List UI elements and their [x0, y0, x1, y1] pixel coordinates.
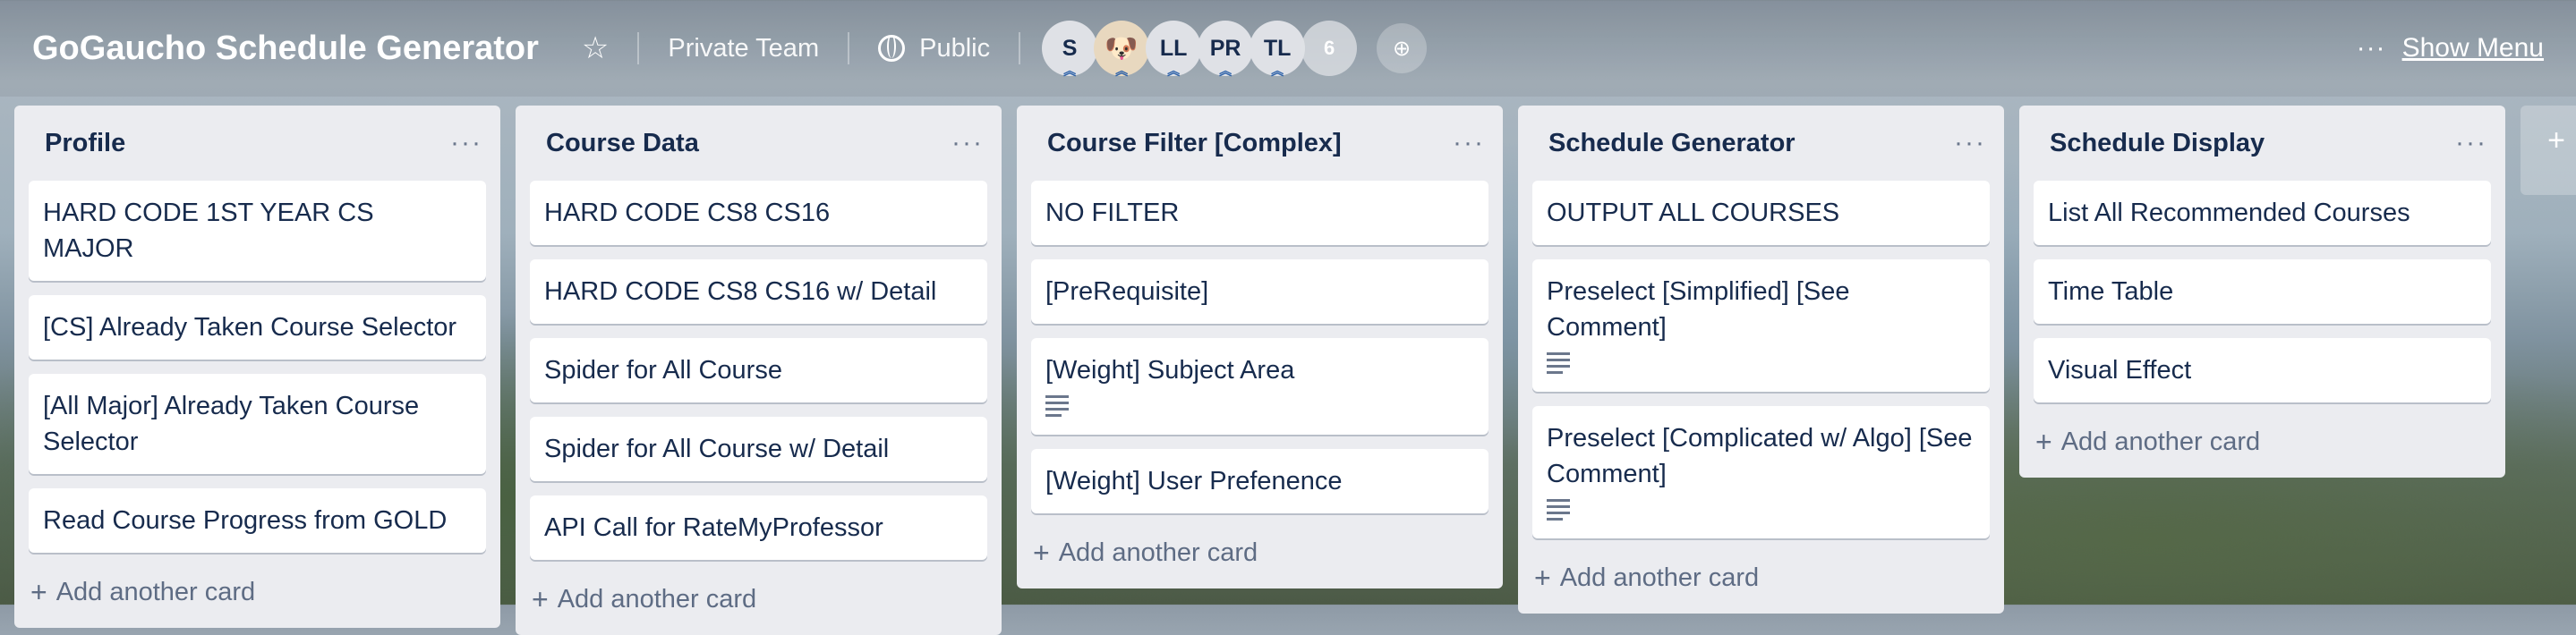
globe-icon [878, 35, 906, 62]
team-label: Private Team [668, 33, 820, 63]
add-card-button[interactable]: + Add another card [29, 567, 486, 617]
card[interactable]: HARD CODE CS8 CS16 w/ Detail [530, 259, 987, 324]
list-course-data: Course Data ··· HARD CODE CS8 CS16 HARD … [516, 106, 1002, 635]
list-header: Schedule Display ··· [2034, 106, 2491, 181]
add-card-button[interactable]: + Add another card [2034, 417, 2491, 467]
add-card-button[interactable]: + Add another card [530, 574, 987, 624]
plus-icon: + [1033, 536, 1050, 569]
card[interactable]: API Call for RateMyProfessor [530, 495, 987, 560]
description-icon [1547, 499, 1570, 521]
plus-icon: + [2547, 123, 2565, 157]
card[interactable]: [All Major] Already Taken Course Selecto… [29, 374, 486, 474]
card[interactable]: [Weight] User Prefenence [1031, 449, 1488, 513]
add-card-button[interactable]: + Add another card [1532, 553, 1990, 603]
list-header: Profile ··· [29, 106, 486, 181]
member-avatar[interactable]: LL ︽ [1146, 21, 1202, 78]
list-schedule-generator: Schedule Generator ··· OUTPUT ALL COURSE… [1518, 106, 2004, 614]
card[interactable]: Spider for All Course w/ Detail [530, 417, 987, 481]
description-icon [1547, 352, 1570, 374]
add-card-button[interactable]: + Add another card [1031, 528, 1488, 578]
card[interactable]: NO FILTER [1031, 181, 1488, 245]
list-header: Schedule Generator ··· [1532, 106, 1990, 181]
more-icon: ··· [2356, 33, 2386, 63]
list-profile: Profile ··· HARD CODE 1ST YEAR CS MAJOR … [14, 106, 500, 628]
list-course-filter: Course Filter [Complex] ··· NO FILTER [P… [1017, 106, 1503, 588]
dog-avatar[interactable]: 🐶 ︽ [1094, 21, 1150, 78]
list-menu-icon[interactable]: ··· [1453, 128, 1485, 158]
plus-icon: + [30, 575, 47, 608]
chevron-badge-icon: ︽ [1115, 64, 1129, 78]
board-title[interactable]: GoGaucho Schedule Generator [32, 30, 539, 68]
card[interactable]: OUTPUT ALL COURSES [1532, 181, 1990, 245]
card[interactable]: HARD CODE CS8 CS16 [530, 181, 987, 245]
list-title[interactable]: Course Data [546, 129, 699, 158]
show-menu-label: Show Menu [2401, 33, 2544, 63]
card[interactable]: Preselect [Simplified] [See Comment] [1532, 259, 1990, 392]
add-list-button[interactable]: + [2521, 106, 2576, 195]
more-members-count[interactable]: 6 [1301, 21, 1358, 76]
plus-icon: + [532, 582, 549, 615]
description-icon [1045, 395, 1069, 417]
list-header: Course Data ··· [530, 106, 987, 181]
plus-icon: + [2035, 425, 2052, 458]
list-schedule-display: Schedule Display ··· List All Recommende… [2019, 106, 2505, 478]
board-header: GoGaucho Schedule Generator ☆ Private Te… [0, 0, 2576, 97]
plus-icon: + [1534, 561, 1551, 594]
list-menu-icon[interactable]: ··· [2455, 128, 2487, 158]
card[interactable]: Read Course Progress from GOLD [29, 488, 486, 553]
card[interactable]: Time Table [2034, 259, 2491, 324]
card[interactable]: [CS] Already Taken Course Selector [29, 295, 486, 360]
card[interactable]: Preselect [Complicated w/ Algo] [See Com… [1532, 406, 1990, 538]
board-members: S ︽ 🐶 ︽ LL ︽ PR ︽ TL ︽ 6 [1042, 21, 1358, 78]
star-icon: ☆ [581, 31, 610, 65]
add-person-icon: ⊕ [1393, 36, 1412, 61]
list-header: Course Filter [Complex] ··· [1031, 106, 1488, 181]
header-divider [848, 32, 850, 64]
card[interactable]: [PreRequisite] [1031, 259, 1488, 324]
visibility-button[interactable]: Public [862, 21, 1006, 75]
chevron-badge-icon: ︽ [1219, 64, 1233, 78]
chevron-badge-icon: ︽ [1271, 64, 1284, 78]
chevron-badge-icon: ︽ [1063, 64, 1077, 78]
show-menu-button[interactable]: ··· Show Menu [2357, 33, 2544, 64]
card[interactable]: Visual Effect [2034, 338, 2491, 402]
member-avatar[interactable]: PR ︽ [1198, 21, 1254, 78]
card[interactable]: Spider for All Course [530, 338, 987, 402]
card[interactable]: HARD CODE 1ST YEAR CS MAJOR [29, 181, 486, 281]
member-avatar[interactable]: S ︽ [1042, 21, 1098, 78]
list-menu-icon[interactable]: ··· [951, 128, 984, 158]
card[interactable]: [Weight] Subject Area [1031, 338, 1488, 435]
chevron-badge-icon: ︽ [1167, 64, 1181, 78]
member-avatar[interactable]: TL ︽ [1250, 21, 1306, 78]
list-title[interactable]: Course Filter [Complex] [1047, 129, 1342, 158]
list-menu-icon[interactable]: ··· [450, 128, 482, 158]
header-divider [1019, 32, 1021, 64]
dog-icon: 🐶 [1105, 33, 1139, 64]
list-menu-icon[interactable]: ··· [1954, 128, 1986, 158]
header-divider [637, 32, 640, 64]
card[interactable]: List All Recommended Courses [2034, 181, 2491, 245]
team-button[interactable]: Private Team [652, 21, 835, 75]
visibility-label: Public [919, 33, 991, 63]
invite-button[interactable]: ⊕ [1377, 23, 1428, 73]
list-title[interactable]: Schedule Generator [1548, 129, 1796, 158]
star-button[interactable]: ☆ [566, 21, 625, 75]
board-lists: Profile ··· HARD CODE 1ST YEAR CS MAJOR … [14, 106, 2576, 635]
list-title[interactable]: Profile [45, 129, 125, 158]
list-title[interactable]: Schedule Display [2050, 129, 2265, 158]
